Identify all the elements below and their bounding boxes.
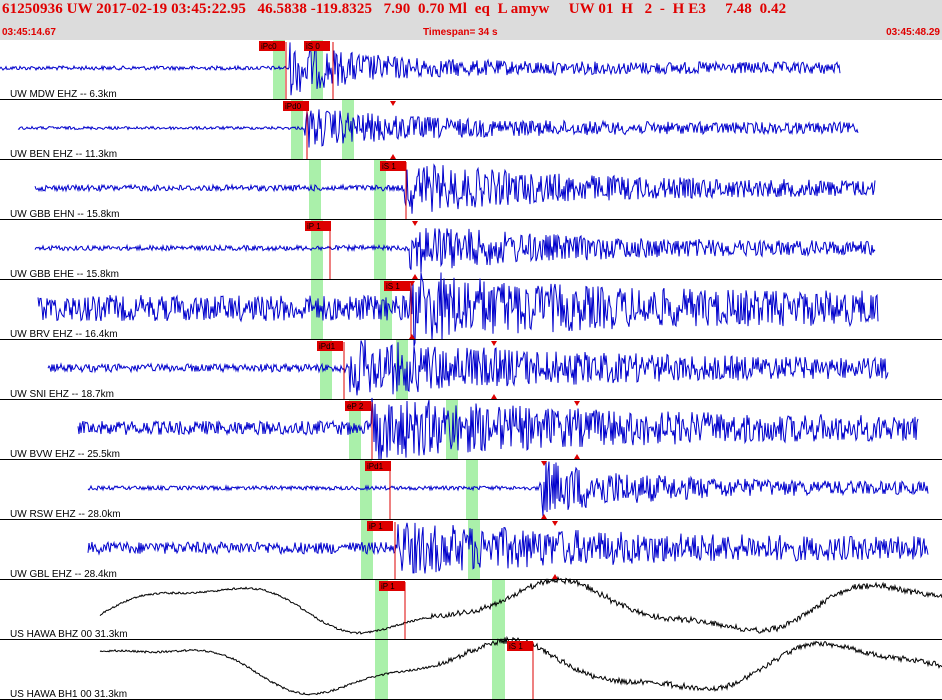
pick-window xyxy=(466,460,478,520)
station-label: UW BVW EHZ -- 25.5km xyxy=(10,449,120,460)
amplitude-marker-bottom xyxy=(491,394,497,399)
waveform-trace xyxy=(0,42,841,96)
trace-row[interactable]: iP 1 US HAWA BHZ 00 31.3km xyxy=(0,575,942,640)
waveform-trace xyxy=(87,522,929,574)
waveform-trace xyxy=(34,163,876,214)
waveform-trace xyxy=(47,339,889,396)
trace-row[interactable]: eP 2 UW BVW EHZ -- 25.5km xyxy=(0,397,942,461)
trace-row[interactable]: iPd0 UW BEN EHZ -- 11.3km xyxy=(0,100,942,160)
trace-row[interactable]: iS 1 UW GBB EHN -- 15.8km xyxy=(0,160,942,220)
station-label: US HAWA BH1 00 31.3km xyxy=(10,689,127,700)
trace-row[interactable]: iPc0 iS 0 UW MDW EHZ -- 6.3km xyxy=(0,40,942,100)
pick-window xyxy=(492,640,505,700)
amplitude-marker-top xyxy=(552,521,558,526)
amplitude-marker-bottom xyxy=(541,514,547,519)
phase-pick-label: iP 1 xyxy=(381,582,395,591)
waveform-trace xyxy=(99,575,942,635)
amplitude-marker-bottom xyxy=(412,274,418,279)
end-time: 03:45:48.29 xyxy=(886,27,940,38)
trace-row[interactable]: iS 1 US HAWA BH1 00 31.3km xyxy=(0,635,942,700)
phase-pick-label: iPd1 xyxy=(367,462,384,471)
phase-pick-label: iPd0 xyxy=(285,102,302,111)
waveform-trace xyxy=(37,272,879,347)
amplitude-marker-top xyxy=(412,221,418,226)
phase-pick-label: iS 0 xyxy=(306,42,320,51)
amplitude-marker-top xyxy=(390,101,396,106)
station-label: UW BEN EHZ -- 11.3km xyxy=(10,149,117,160)
start-time: 03:45:14.67 xyxy=(2,27,56,38)
phase-pick-label: iPc0 xyxy=(261,42,277,51)
station-label: UW BRV EHZ -- 16.4km xyxy=(10,329,118,340)
station-label: UW SNI EHZ -- 18.7km xyxy=(10,389,114,400)
waveform-trace xyxy=(17,109,859,148)
station-label: UW MDW EHZ -- 6.3km xyxy=(10,89,117,100)
station-label: UW RSW EHZ -- 28.0km xyxy=(10,509,121,520)
event-summary: 61250936 UW 2017-02-19 03:45:22.95 46.58… xyxy=(2,1,787,17)
pick-window xyxy=(374,220,386,280)
amplitude-marker-bottom xyxy=(390,154,396,159)
trace-row[interactable]: iS 1 UW BRV EHZ -- 16.4km xyxy=(0,272,942,347)
station-label: UW GBL EHZ -- 28.4km xyxy=(10,569,117,580)
trace-row[interactable]: iPd1 UW RSW EHZ -- 28.0km xyxy=(0,460,942,520)
phase-pick-label: iPd1 xyxy=(319,342,336,351)
pick-window xyxy=(309,160,321,220)
amplitude-marker-bottom xyxy=(574,454,580,459)
seismogram-panel[interactable]: iPc0 iS 0 UW MDW EHZ -- 6.3km iPd0 UW BEN EH… xyxy=(0,40,942,700)
station-label: UW GBB EHE -- 15.8km xyxy=(10,269,119,280)
phase-pick-label: iS 1 xyxy=(509,642,523,651)
phase-pick-label: iS 1 xyxy=(386,282,400,291)
station-label: UW GBB EHN -- 15.8km xyxy=(10,209,119,220)
amplitude-marker-bottom xyxy=(552,574,558,579)
event-header: 61250936 UW 2017-02-19 03:45:22.95 46.58… xyxy=(0,0,942,40)
trace-row[interactable]: iP 1 UW GBL EHZ -- 28.4km xyxy=(0,520,942,580)
pick-window xyxy=(492,580,505,640)
phase-pick-label: iP 1 xyxy=(307,222,321,231)
waveform-trace xyxy=(87,461,929,517)
phase-pick-label: iP 1 xyxy=(369,522,383,531)
amplitude-marker-top xyxy=(491,341,497,346)
phase-pick-label: eP 2 xyxy=(347,402,364,411)
waveform-trace xyxy=(77,397,919,461)
phase-pick-label: iS 1 xyxy=(382,162,396,171)
pick-window xyxy=(375,640,388,700)
timespan-label: Timespan= 34 s xyxy=(423,27,498,38)
waveform-trace xyxy=(34,228,876,273)
amplitude-marker-top xyxy=(574,401,580,406)
station-label: US HAWA BHZ 00 31.3km xyxy=(10,629,128,640)
trace-row[interactable]: iP 1 UW GBB EHE -- 15.8km xyxy=(0,220,942,280)
trace-row[interactable]: iPd1 UW SNI EHZ -- 18.7km xyxy=(0,339,942,400)
